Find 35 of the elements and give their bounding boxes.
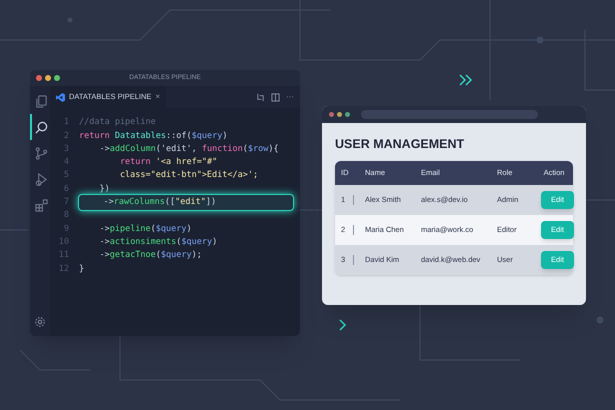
split-editor-icon[interactable] bbox=[271, 92, 280, 102]
run-debug-icon[interactable] bbox=[34, 172, 48, 186]
close-tab-button[interactable]: × bbox=[155, 91, 160, 103]
files-icon[interactable] bbox=[34, 94, 48, 108]
compare-icon[interactable] bbox=[256, 92, 265, 102]
code-line: class="edit-btn">Edit</a>'; bbox=[118, 169, 260, 182]
code-line: return Datatables::of($query) bbox=[78, 130, 228, 143]
page-heading: USER MANAGEMENT bbox=[335, 136, 466, 153]
line-number: 7 bbox=[62, 196, 70, 209]
code-line: return '<a href="#" bbox=[118, 156, 218, 170]
line-number: 4 bbox=[62, 156, 70, 169]
code-line: }) bbox=[98, 182, 111, 196]
line-number: 5 bbox=[62, 169, 70, 182]
line-number: 1 bbox=[62, 116, 70, 130]
code-line: ->actionsiments($query) bbox=[98, 236, 218, 249]
line-number: 12 bbox=[58, 262, 70, 276]
line-number: 9 bbox=[62, 222, 70, 236]
more-actions-button[interactable]: ··· bbox=[286, 91, 294, 103]
line-number: 10 bbox=[58, 236, 70, 249]
branch-icon[interactable] bbox=[34, 146, 48, 160]
code-file-icon bbox=[56, 92, 65, 102]
line-number: 3 bbox=[62, 142, 70, 156]
line-number: 8 bbox=[62, 209, 70, 222]
code-line: ->pipeline($query) bbox=[98, 222, 193, 236]
code-line: } bbox=[78, 262, 86, 276]
line-number: 11 bbox=[58, 249, 70, 262]
extensions-icon[interactable] bbox=[34, 198, 48, 212]
activity-item[interactable] bbox=[30, 114, 50, 140]
code-line: ->addColumn('edit', function($row){ bbox=[98, 142, 280, 156]
settings-icon[interactable] bbox=[34, 316, 46, 328]
code-line: //data pipeline bbox=[78, 116, 157, 130]
search-icon[interactable] bbox=[34, 120, 48, 134]
line-number: 6 bbox=[62, 182, 70, 196]
code-line: ->getacTnoe($query); bbox=[98, 249, 203, 262]
line-number: 2 bbox=[62, 130, 70, 142]
